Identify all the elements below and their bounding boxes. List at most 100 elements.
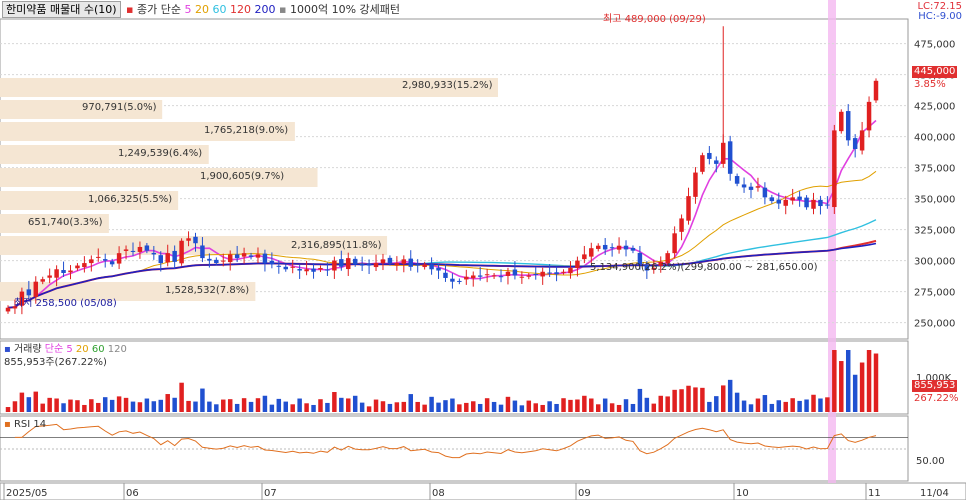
volume-bar	[248, 401, 254, 412]
candle-body	[248, 255, 254, 257]
vp-label-7: 2,316,895(11.8%)	[291, 240, 382, 251]
current-volume-tag: 855,953	[912, 380, 958, 392]
volume-bar	[665, 396, 670, 412]
volume-ma-5: 5	[66, 344, 73, 355]
candle-body	[790, 197, 795, 201]
volume-bar	[137, 402, 143, 412]
volume-marker: ▪	[4, 344, 11, 355]
volume-bar	[339, 397, 344, 412]
candle-body	[512, 269, 518, 276]
candle-body	[471, 275, 476, 279]
volume-bar	[776, 400, 782, 412]
candle-body	[748, 186, 754, 190]
volume-bar	[491, 401, 497, 412]
volume-bar	[158, 399, 164, 412]
ma-period-60: 60	[212, 3, 227, 16]
candle-body	[109, 261, 115, 265]
volume-bar	[609, 403, 615, 412]
candle-body	[359, 263, 365, 266]
candle-body	[186, 238, 191, 241]
candle-body	[151, 252, 157, 255]
candle-body	[269, 260, 275, 265]
volume-bar	[457, 404, 462, 412]
volume-bar	[512, 400, 518, 412]
volume-bar	[415, 401, 420, 412]
volume-bar	[193, 401, 198, 412]
candle-body	[866, 101, 872, 131]
vp-label-6: 651,740(3.3%)	[28, 217, 103, 228]
ma-label[interactable]: 종가 단순	[137, 0, 181, 19]
candle-body	[207, 258, 212, 261]
candle-body	[366, 263, 372, 266]
x-tick-label: 08	[432, 488, 445, 499]
volume-bar	[845, 350, 851, 412]
candle-body	[241, 253, 247, 257]
candle-body	[193, 236, 198, 244]
candle-body	[540, 271, 545, 277]
candle-body	[234, 254, 240, 259]
volume-bar	[373, 399, 379, 412]
candle-body	[96, 256, 101, 258]
candle-body	[61, 270, 66, 273]
pattern-label[interactable]: 1000억 10% 강세패턴	[290, 0, 400, 19]
volume-bar	[505, 396, 511, 412]
volume-bar	[797, 400, 802, 412]
stock-title[interactable]: 한미약품 매물대 수(10)	[2, 1, 121, 18]
vp-label-3: 1,249,539(6.4%)	[118, 148, 203, 159]
ma-legend-marker: ▪	[126, 3, 134, 16]
volume-bar	[727, 379, 733, 412]
volume-bar	[672, 389, 677, 412]
candle-body	[443, 272, 448, 278]
volume-bar	[68, 399, 73, 412]
volume-bar	[26, 397, 32, 412]
volume-bar	[109, 399, 115, 412]
volume-bar	[769, 403, 775, 412]
candle-body	[422, 264, 427, 268]
volume-bar	[679, 389, 684, 412]
volume-bar	[311, 404, 316, 412]
candle-body	[734, 176, 740, 184]
candle-body	[769, 197, 775, 202]
candle-body	[505, 271, 511, 276]
volume-bar	[214, 404, 219, 412]
volume-bar	[450, 398, 455, 412]
volume-bar	[859, 362, 865, 412]
candle-body	[596, 245, 601, 249]
volume-bar	[144, 398, 150, 412]
volume-bar	[783, 401, 788, 412]
rsi-legend: ▪ RSI 14	[4, 418, 46, 431]
volume-bar	[714, 396, 719, 412]
volume-bar	[700, 387, 705, 412]
volume-bar	[561, 398, 566, 412]
volume-bar	[686, 385, 691, 412]
volume-bar	[359, 402, 365, 412]
rsi-y-tick: 50.00	[916, 456, 945, 467]
vp-label-1: 970,791(5.0%)	[82, 102, 157, 113]
candle-body	[672, 233, 677, 254]
candle-body	[290, 266, 295, 268]
price-y-tick: 400,000	[914, 133, 955, 144]
candle-body	[811, 199, 816, 209]
volume-bar	[186, 400, 191, 412]
ma-period-200: 200	[254, 3, 276, 16]
volume-legend: ▪ 거래량 단순 5 20 60 120	[4, 343, 127, 356]
range-annotation: 5,134,900(26.2%)(299,800.00 ~ 281,650.00…	[590, 262, 818, 273]
volume-bar	[575, 399, 580, 412]
volume-bar	[630, 403, 636, 412]
candle-body	[214, 259, 219, 264]
volume-title[interactable]: 거래량	[14, 344, 42, 355]
candle-body	[436, 267, 441, 271]
volume-bar	[332, 392, 337, 412]
volume-bar	[596, 404, 601, 412]
pattern-marker: ▪	[279, 3, 287, 16]
candle-body	[158, 255, 164, 264]
candle-body	[179, 240, 184, 264]
volume-bar	[637, 388, 643, 412]
candle-body	[630, 247, 636, 251]
volume-bar	[33, 391, 39, 412]
price-y-tick: 425,000	[914, 102, 955, 113]
volume-bar	[651, 403, 657, 412]
volume-bar	[436, 402, 441, 412]
candle-body	[700, 155, 705, 172]
rsi-title[interactable]: RSI 14	[14, 419, 46, 430]
